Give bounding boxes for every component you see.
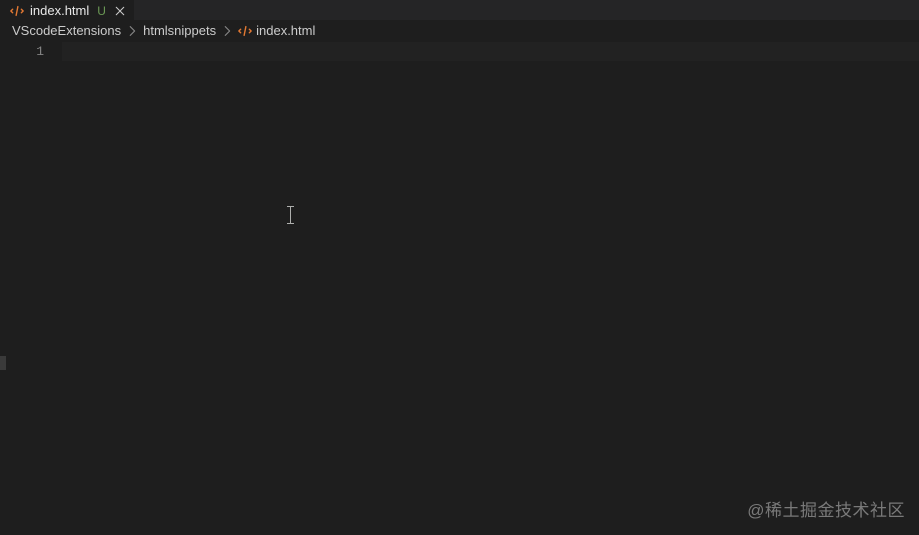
breadcrumb-item-root[interactable]: VScodeExtensions <box>12 23 121 38</box>
chevron-right-icon <box>125 24 139 38</box>
breadcrumb-label: htmlsnippets <box>143 23 216 38</box>
breadcrumb: VScodeExtensions htmlsnippets index.html <box>0 20 919 42</box>
tab-bar: index.html U <box>0 0 919 20</box>
breadcrumb-label: index.html <box>256 23 315 38</box>
breadcrumb-item-file[interactable]: index.html <box>238 23 315 38</box>
html-file-icon <box>10 4 24 18</box>
close-icon[interactable] <box>112 3 128 19</box>
tab-index-html[interactable]: index.html U <box>0 0 134 20</box>
text-cursor-icon <box>290 206 291 224</box>
line-number: 1 <box>0 42 44 61</box>
editor-area: 1 <box>0 42 919 535</box>
breadcrumb-label: VScodeExtensions <box>12 23 121 38</box>
overview-ruler-marker <box>0 356 6 370</box>
current-line-highlight <box>62 42 919 61</box>
tab-label: index.html <box>30 3 89 18</box>
code-editor[interactable] <box>62 42 919 535</box>
line-number-gutter: 1 <box>0 42 62 535</box>
breadcrumb-item-folder[interactable]: htmlsnippets <box>143 23 216 38</box>
tab-status-indicator: U <box>97 4 106 18</box>
chevron-right-icon <box>220 24 234 38</box>
html-file-icon <box>238 24 252 38</box>
